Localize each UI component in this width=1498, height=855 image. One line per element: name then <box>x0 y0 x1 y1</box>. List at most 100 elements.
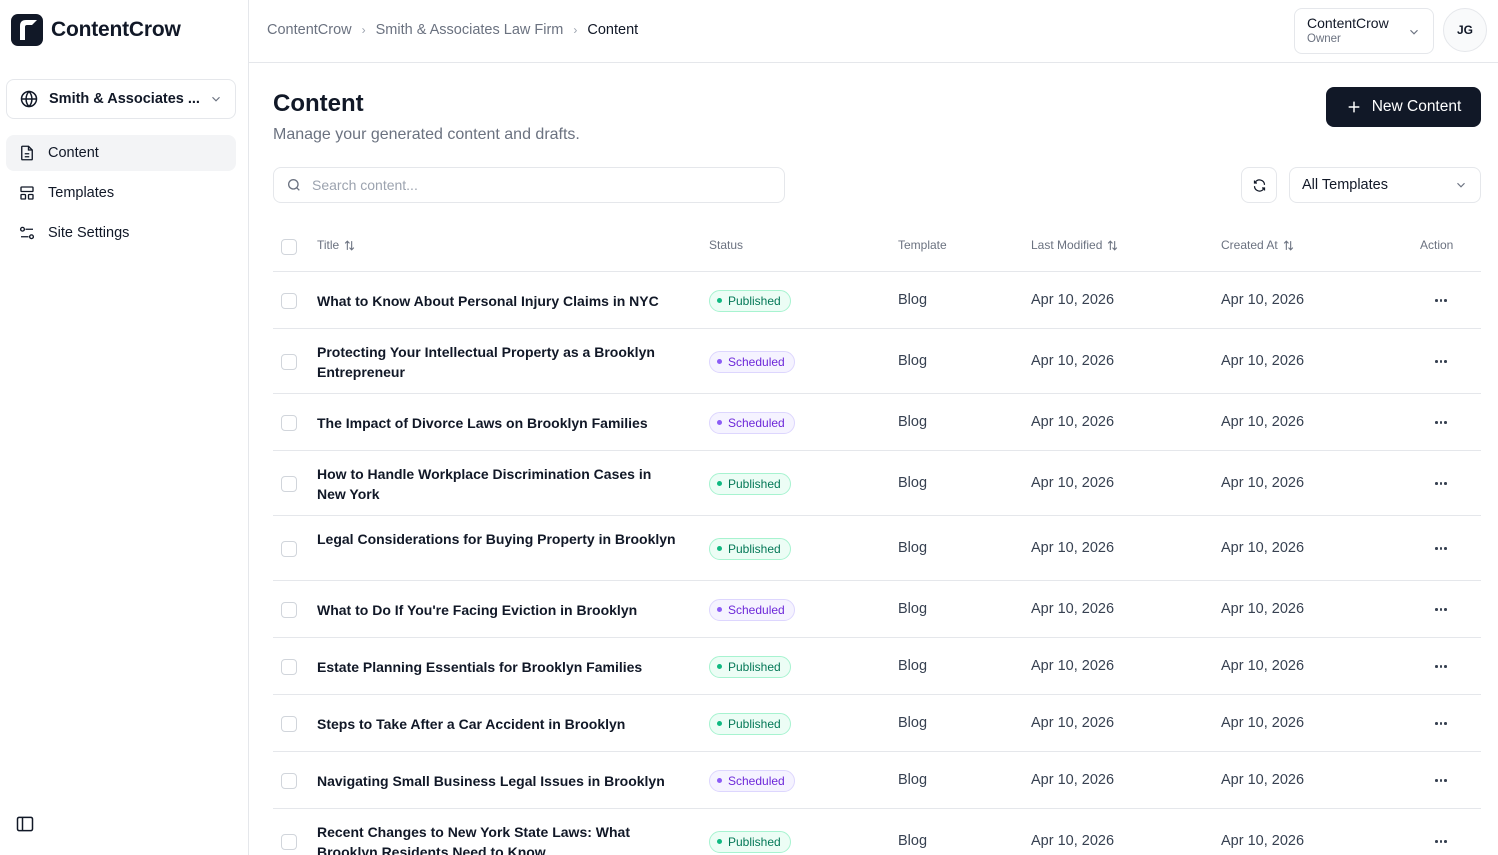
row-title[interactable]: How to Handle Workplace Discrimination C… <box>317 464 677 504</box>
row-checkbox[interactable] <box>281 540 297 557</box>
site-selector[interactable]: Smith & Associates ... <box>6 79 236 119</box>
select-all-checkbox[interactable] <box>281 239 297 255</box>
column-header-created-at[interactable]: Created At <box>1221 238 1295 252</box>
row-template: Blog <box>898 600 928 617</box>
table-row[interactable]: Navigating Small Business Legal Issues i… <box>273 752 1481 809</box>
new-content-button[interactable]: New Content <box>1326 87 1481 127</box>
chevron-down-icon <box>1457 182 1465 188</box>
status-dot-icon <box>717 420 722 425</box>
row-checkbox[interactable] <box>281 833 297 850</box>
search-box[interactable] <box>273 167 785 203</box>
row-title[interactable]: Protecting Your Intellectual Property as… <box>317 342 677 382</box>
row-checkbox[interactable] <box>281 353 297 370</box>
status-label: Scheduled <box>728 415 785 430</box>
status-label: Published <box>728 476 781 491</box>
sidebar-item-content[interactable]: Content <box>6 135 236 171</box>
row-template: Blog <box>898 714 928 731</box>
column-header-last-modified[interactable]: Last Modified <box>1031 238 1119 252</box>
column-header-template: Template <box>898 238 947 252</box>
row-actions-menu-icon[interactable] <box>1431 415 1451 431</box>
row-title[interactable]: Legal Considerations for Buying Property… <box>317 529 677 549</box>
sliders-icon <box>19 226 35 240</box>
row-actions-menu-icon[interactable] <box>1431 773 1451 789</box>
search-icon <box>288 179 300 191</box>
row-title[interactable]: Steps to Take After a Car Accident in Br… <box>317 714 677 734</box>
row-actions-menu-icon[interactable] <box>1431 476 1451 492</box>
status-dot-icon <box>717 359 722 364</box>
row-template: Blog <box>898 474 928 491</box>
table-row[interactable]: What to Know About Personal Injury Claim… <box>273 272 1481 329</box>
account-switcher[interactable]: ContentCrow Owner <box>1294 8 1434 54</box>
row-actions-menu-icon[interactable] <box>1431 541 1451 557</box>
sidebar-item-site-settings[interactable]: Site Settings <box>6 215 236 251</box>
row-title[interactable]: What to Do If You're Facing Eviction in … <box>317 600 677 620</box>
column-header-title[interactable]: Title <box>317 238 356 252</box>
row-title[interactable]: Recent Changes to New York State Laws: W… <box>317 822 677 855</box>
brand[interactable]: ContentCrow <box>11 14 181 46</box>
globe-icon <box>20 90 38 108</box>
table-row[interactable]: Estate Planning Essentials for Brooklyn … <box>273 638 1481 695</box>
template-filter-select[interactable]: All Templates <box>1289 167 1481 203</box>
table-row[interactable]: What to Do If You're Facing Eviction in … <box>273 581 1481 638</box>
status-label: Scheduled <box>728 602 785 617</box>
row-actions-menu-icon[interactable] <box>1431 716 1451 732</box>
breadcrumb-item-home[interactable]: ContentCrow <box>267 22 352 38</box>
sidebar-toggle-button[interactable] <box>15 814 35 834</box>
row-actions-menu-icon[interactable] <box>1431 659 1451 675</box>
row-created-at: Apr 10, 2026 <box>1221 352 1305 369</box>
row-template: Blog <box>898 291 928 308</box>
row-title[interactable]: What to Know About Personal Injury Claim… <box>317 291 677 311</box>
row-template: Blog <box>898 657 928 674</box>
row-template: Blog <box>898 832 928 849</box>
account-name: ContentCrow <box>1307 15 1389 31</box>
chevron-right-icon: › <box>573 23 578 37</box>
row-last-modified: Apr 10, 2026 <box>1031 771 1115 788</box>
sidebar-item-templates[interactable]: Templates <box>6 175 236 211</box>
row-title[interactable]: Estate Planning Essentials for Brooklyn … <box>317 657 677 677</box>
row-actions-menu-icon[interactable] <box>1431 354 1451 370</box>
table-row[interactable]: Protecting Your Intellectual Property as… <box>273 329 1481 394</box>
chevron-down-icon <box>1410 29 1418 35</box>
user-avatar[interactable]: JG <box>1443 8 1487 52</box>
status-label: Scheduled <box>728 354 785 369</box>
row-title[interactable]: The Impact of Divorce Laws on Brooklyn F… <box>317 413 677 433</box>
table-row[interactable]: Legal Considerations for Buying Property… <box>273 516 1481 581</box>
status-dot-icon <box>717 664 722 669</box>
row-title[interactable]: Navigating Small Business Legal Issues i… <box>317 771 677 791</box>
breadcrumb-item-current: Content <box>587 22 639 38</box>
status-dot-icon <box>717 481 722 486</box>
search-input[interactable] <box>312 177 772 193</box>
brand-name: ContentCrow <box>51 18 181 41</box>
status-dot-icon <box>717 607 722 612</box>
row-checkbox[interactable] <box>281 772 297 789</box>
row-actions-menu-icon[interactable] <box>1431 834 1451 850</box>
row-actions-menu-icon[interactable] <box>1431 602 1451 618</box>
table-row[interactable]: Recent Changes to New York State Laws: W… <box>273 809 1481 855</box>
row-checkbox[interactable] <box>281 715 297 732</box>
content-table: Title Status Template Last Modified Crea… <box>273 220 1481 855</box>
status-dot-icon <box>717 721 722 726</box>
chevron-down-icon <box>212 96 220 102</box>
site-selector-label: Smith & Associates ... <box>49 91 199 107</box>
row-checkbox[interactable] <box>281 658 297 675</box>
row-checkbox[interactable] <box>281 475 297 492</box>
column-header-status: Status <box>709 238 744 252</box>
layout-icon <box>20 186 34 200</box>
table-row[interactable]: The Impact of Divorce Laws on Brooklyn F… <box>273 394 1481 451</box>
row-created-at: Apr 10, 2026 <box>1221 771 1305 788</box>
breadcrumb-item-site[interactable]: Smith & Associates Law Firm <box>376 22 564 38</box>
row-template: Blog <box>898 539 928 556</box>
row-actions-menu-icon[interactable] <box>1431 293 1451 309</box>
status-badge: Scheduled <box>709 411 795 434</box>
refresh-button[interactable] <box>1241 167 1277 203</box>
status-label: Published <box>728 834 781 849</box>
table-row[interactable]: Steps to Take After a Car Accident in Br… <box>273 695 1481 752</box>
status-dot-icon <box>717 778 722 783</box>
sort-icon <box>1108 239 1118 251</box>
row-checkbox[interactable] <box>281 414 297 431</box>
column-modified-label: Last Modified <box>1031 238 1103 252</box>
row-checkbox[interactable] <box>281 601 297 618</box>
table-row[interactable]: How to Handle Workplace Discrimination C… <box>273 451 1481 516</box>
page-title: Content <box>273 90 364 117</box>
row-checkbox[interactable] <box>281 292 297 309</box>
